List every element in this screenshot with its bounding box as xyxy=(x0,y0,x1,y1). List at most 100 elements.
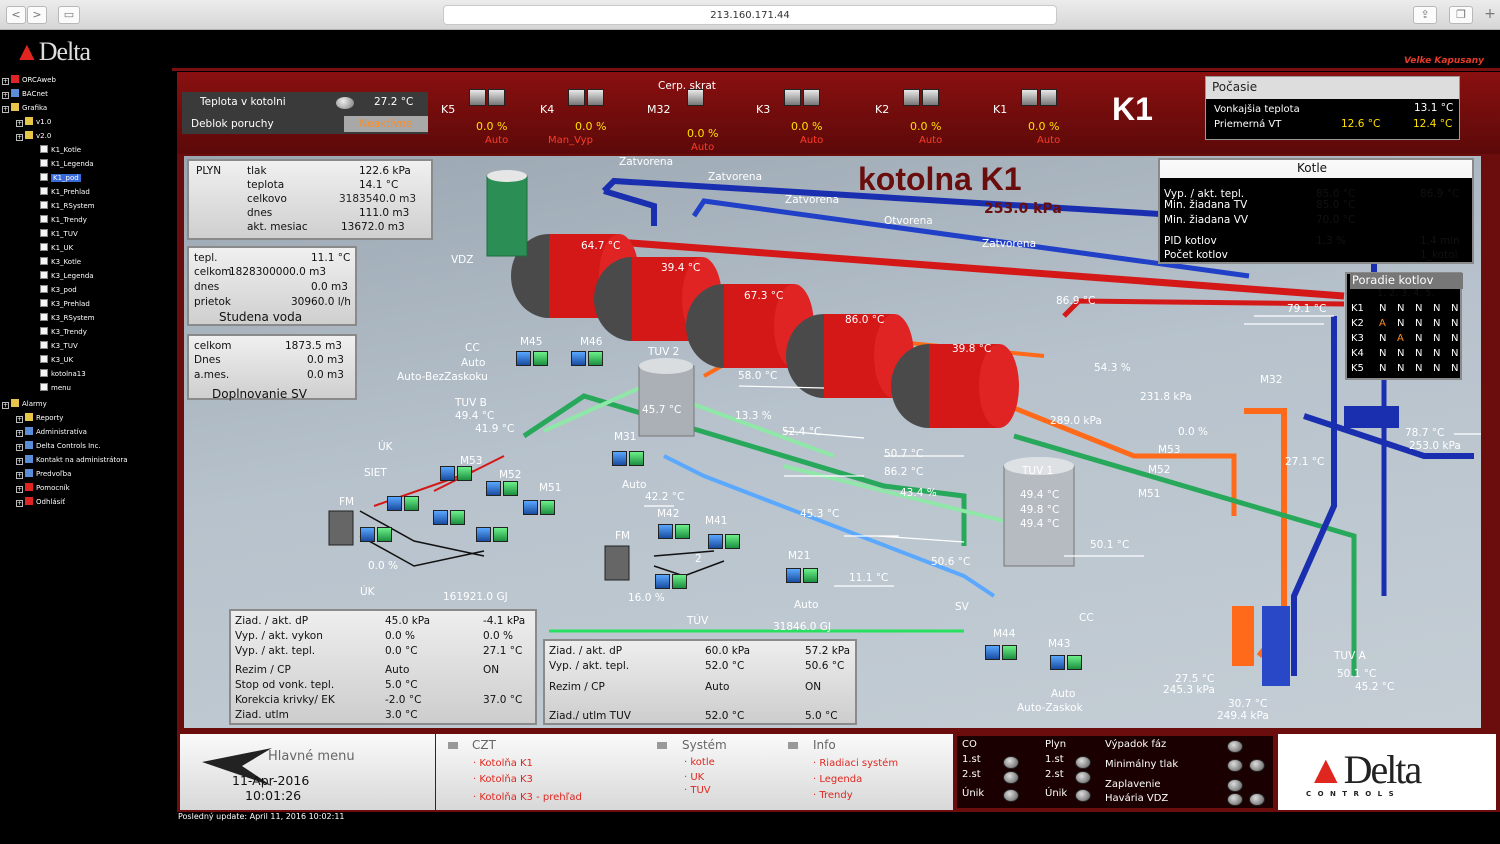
tree-item[interactable]: K3_pod xyxy=(40,284,77,296)
link-tuv[interactable]: · TUV xyxy=(684,785,711,796)
unit-control-m32[interactable] xyxy=(687,89,706,110)
motor-control[interactable] xyxy=(1050,655,1084,674)
tree-item[interactable]: K3_TUV xyxy=(40,340,78,352)
main-menu-panel[interactable]: Hlavné menu 11-Apr-2016 10:01:26 xyxy=(180,734,435,810)
expand-icon[interactable]: + xyxy=(16,444,23,451)
tree-item[interactable]: K1_Kotle xyxy=(40,144,81,156)
tree-item[interactable]: + Kontakt na administrátora xyxy=(16,454,128,466)
expand-icon[interactable]: + xyxy=(16,472,23,479)
expand-icon[interactable]: + xyxy=(16,500,23,507)
motor-control[interactable] xyxy=(440,466,474,485)
uk-cell[interactable]: 37.0 °C xyxy=(483,694,522,706)
tree-item[interactable]: K3_Trendy xyxy=(40,326,87,338)
expand-icon[interactable]: + xyxy=(2,106,9,113)
tree-item[interactable]: K3_UK xyxy=(40,354,73,366)
link-kotle[interactable]: · kotle xyxy=(684,757,715,768)
tuv-cell[interactable]: ON xyxy=(805,681,821,693)
tuv-cell[interactable]: 50.6 °C xyxy=(805,660,844,672)
tuv-cell[interactable]: 57.2 kPa xyxy=(805,645,850,657)
expand-icon[interactable]: + xyxy=(2,78,9,85)
tuv-cell[interactable]: Auto xyxy=(705,681,729,693)
tree-item[interactable]: + v2.0 xyxy=(16,130,51,142)
unit-control-k2[interactable] xyxy=(903,89,941,110)
tree-item[interactable]: kotolna13 xyxy=(40,368,86,380)
tree-item[interactable]: menu xyxy=(40,382,71,394)
uk-cell[interactable]: 0.0 % xyxy=(483,630,513,642)
motor-control[interactable] xyxy=(655,574,689,593)
expand-icon[interactable]: + xyxy=(16,430,23,437)
expand-icon[interactable]: + xyxy=(16,458,23,465)
link-kotolna-k3[interactable]: · Kotolňa K3 xyxy=(473,774,533,785)
link-riadiaci-system[interactable]: · Riadiaci systém xyxy=(813,758,898,769)
motor-control[interactable] xyxy=(486,481,520,500)
link-kotolna-k3-prehlad[interactable]: · Kotolňa K3 - prehľad xyxy=(473,792,582,803)
motor-control[interactable] xyxy=(476,527,510,546)
motor-control[interactable] xyxy=(360,527,394,546)
tree-item[interactable]: K3_RSystem xyxy=(40,312,95,324)
sidebar-toggle-icon[interactable]: ▭ xyxy=(58,6,80,24)
unit-control-k5[interactable] xyxy=(469,89,507,110)
motor-control[interactable] xyxy=(387,496,421,515)
tree-item[interactable]: + Reporty xyxy=(16,412,63,424)
uk-cell[interactable]: 5.0 °C xyxy=(385,679,418,691)
tuv-cell[interactable]: 52.0 °C xyxy=(705,710,744,722)
tuv-cell[interactable]: 5.0 °C xyxy=(805,710,838,722)
motor-control[interactable] xyxy=(612,451,646,470)
tree-item[interactable]: K1_Legenda xyxy=(40,158,94,170)
tree-item[interactable]: K1_Trendy xyxy=(40,214,87,226)
motor-control[interactable] xyxy=(523,500,557,519)
motor-control[interactable] xyxy=(516,351,550,370)
motor-control[interactable] xyxy=(786,568,820,587)
tree-item[interactable]: + Alarmy xyxy=(2,398,47,410)
unit-control-k4[interactable] xyxy=(568,89,606,110)
link-legenda[interactable]: · Legenda xyxy=(813,774,862,785)
uk-cell[interactable]: -4.1 kPa xyxy=(483,615,525,627)
expand-icon[interactable]: + xyxy=(16,134,23,141)
new-tab-icon[interactable]: + xyxy=(1481,6,1499,24)
tree-item[interactable]: K1_RSystem xyxy=(40,200,95,212)
tree-item[interactable]: K1_Prehlad xyxy=(40,186,90,198)
uk-cell[interactable]: 45.0 kPa xyxy=(385,615,430,627)
link-uk[interactable]: · UK xyxy=(684,772,704,783)
unit-control-k3[interactable] xyxy=(784,89,822,110)
unit-control-k1[interactable] xyxy=(1021,89,1059,110)
tree-item[interactable]: K3_Kotle xyxy=(40,256,81,268)
expand-icon[interactable]: + xyxy=(16,120,23,127)
forward-button[interactable]: > xyxy=(27,6,47,24)
tabs-icon[interactable]: ❐ xyxy=(1449,6,1473,24)
tree-item[interactable]: K1_TUV xyxy=(40,228,78,240)
tree-item[interactable]: + ORCAweb xyxy=(2,74,56,86)
motor-control[interactable] xyxy=(708,534,742,553)
link-kotolna-k1[interactable]: · Kotolňa K1 xyxy=(473,758,533,769)
tree-item[interactable]: + BACnet xyxy=(2,88,48,100)
tree-item[interactable]: + Odhlásiť xyxy=(16,496,65,508)
motor-control[interactable] xyxy=(985,645,1019,664)
tree-item[interactable]: + v1.0 xyxy=(16,116,51,128)
tree-item[interactable]: K3_Legenda xyxy=(40,270,94,282)
expand-icon[interactable]: + xyxy=(16,486,23,493)
motor-control[interactable] xyxy=(433,510,467,529)
back-button[interactable]: < xyxy=(6,6,26,24)
uk-cell[interactable]: Auto xyxy=(385,664,409,676)
tree-item[interactable]: + Administratíva xyxy=(16,426,87,438)
deblok-value[interactable]: Neaktívne xyxy=(344,116,428,132)
uk-cell[interactable]: 0.0 °C xyxy=(385,645,418,657)
url-bar[interactable]: 213.160.171.44 xyxy=(443,5,1057,25)
tree-item[interactable]: K1_pod xyxy=(40,172,81,184)
link-trendy[interactable]: · Trendy xyxy=(813,790,853,801)
motor-control[interactable] xyxy=(571,351,605,370)
expand-icon[interactable]: + xyxy=(2,92,9,99)
motor-control[interactable] xyxy=(658,524,692,543)
tree-item[interactable]: + Predvoľba xyxy=(16,468,71,480)
tree-item[interactable]: + Grafika xyxy=(2,102,47,114)
tree-item[interactable]: + Delta Controls Inc. xyxy=(16,440,101,452)
share-icon[interactable]: ⇪ xyxy=(1413,6,1437,24)
tree-item[interactable]: K1_UK xyxy=(40,242,73,254)
uk-cell[interactable]: 3.0 °C xyxy=(385,709,418,721)
tuv-cell[interactable]: 60.0 kPa xyxy=(705,645,750,657)
uk-cell[interactable]: -2.0 °C xyxy=(385,694,421,706)
uk-cell[interactable]: 27.1 °C xyxy=(483,645,522,657)
expand-icon[interactable]: + xyxy=(16,416,23,423)
tree-item[interactable]: + Pomocník xyxy=(16,482,70,494)
tree-item[interactable]: K3_Prehlad xyxy=(40,298,90,310)
